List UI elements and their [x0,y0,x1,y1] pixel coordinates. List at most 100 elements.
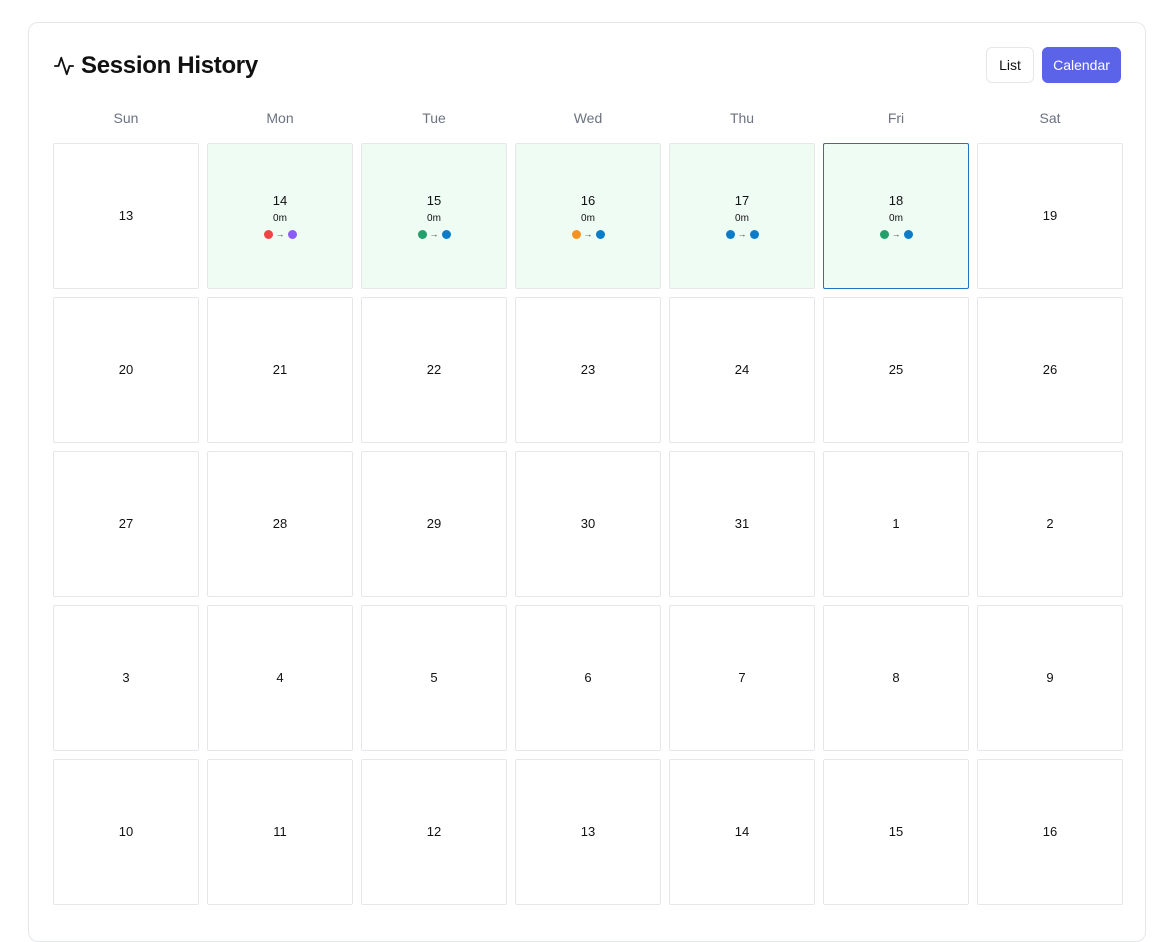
day-number: 30 [580,516,596,531]
calendar-grid: 13 14 0m → 15 0m → 16 0m → 17 0m → 18 0m → 19 20 21 22 23 24 2… [53,143,1123,905]
end-state-dot [595,230,605,239]
panel-header: Session History List Calendar [53,47,1121,85]
weekday-label: Wed [573,110,603,126]
day-number: 5 [430,670,438,685]
day-number: 18 [888,192,904,208]
page-title: Session History [81,52,258,79]
day-number: 14 [272,192,288,208]
title-wrap: Session History [53,47,258,85]
calendar-day-cell[interactable]: 8 [823,605,969,751]
calendar-day-cell[interactable]: 9 [977,605,1123,751]
calendar-day-cell[interactable]: 15 0m → [361,143,507,289]
day-number: 21 [272,362,288,377]
day-number: 23 [580,362,596,377]
weekday-label: Fri [887,110,905,126]
start-state-dot [263,230,273,239]
day-number: 17 [734,192,750,208]
calendar-day-cell[interactable]: 17 0m → [669,143,815,289]
session-duration: 0m [273,212,287,224]
calendar-day-cell-today[interactable]: 18 0m → [823,143,969,289]
calendar-day-cell[interactable]: 7 [669,605,815,751]
weekday-label: Tue [422,110,446,126]
arrow-right-icon: → [583,229,593,239]
weekday-label: Sun [113,110,139,126]
calendar-day-cell[interactable]: 15 [823,759,969,905]
calendar-day-cell[interactable]: 31 [669,451,815,597]
calendar-day-cell[interactable]: 11 [207,759,353,905]
weekday-header-row: Sun Mon Tue Wed Thu Fri Sat [53,109,1123,129]
state-transition: → [725,229,759,240]
day-number: 24 [734,362,750,377]
start-state-dot [571,230,581,239]
calendar-day-cell[interactable]: 14 [669,759,815,905]
calendar-day-cell[interactable]: 2 [977,451,1123,597]
day-number: 2 [1046,516,1054,531]
day-number: 20 [118,362,134,377]
day-number: 16 [580,192,596,208]
day-number: 11 [273,824,287,839]
day-number: 6 [584,670,592,685]
calendar-day-cell[interactable]: 19 [977,143,1123,289]
weekday-label: Mon [266,110,294,126]
day-number: 8 [892,670,900,685]
day-number: 16 [1042,824,1058,839]
weekday-label: Thu [729,110,755,126]
day-number: 28 [272,516,288,531]
calendar-day-cell[interactable]: 5 [361,605,507,751]
day-number: 15 [888,824,904,839]
calendar-day-cell[interactable]: 27 [53,451,199,597]
start-state-dot [725,230,735,239]
calendar-day-cell[interactable]: 22 [361,297,507,443]
calendar-day-cell[interactable]: 26 [977,297,1123,443]
calendar-day-cell[interactable]: 16 0m → [515,143,661,289]
calendar-day-cell[interactable]: 30 [515,451,661,597]
day-number: 26 [1042,362,1058,377]
end-state-dot [903,230,913,239]
calendar-day-cell[interactable]: 13 [53,143,199,289]
day-number: 13 [118,208,134,223]
session-duration: 0m [889,212,903,224]
calendar-day-cell[interactable]: 25 [823,297,969,443]
session-duration: 0m [427,212,441,224]
calendar-view-button[interactable]: Calendar [1042,47,1121,83]
arrow-right-icon: → [737,229,747,239]
state-transition: → [571,229,605,240]
calendar-day-cell[interactable]: 21 [207,297,353,443]
session-duration: 0m [735,212,749,224]
calendar-day-cell[interactable]: 23 [515,297,661,443]
calendar-day-cell[interactable]: 14 0m → [207,143,353,289]
calendar-day-cell[interactable]: 12 [361,759,507,905]
calendar-day-cell[interactable]: 3 [53,605,199,751]
calendar-day-cell[interactable]: 13 [515,759,661,905]
day-number: 4 [276,670,284,685]
day-number: 29 [426,516,442,531]
day-number: 10 [118,824,134,839]
state-transition: → [417,230,451,240]
day-number: 13 [580,824,596,839]
calendar-day-cell[interactable]: 16 [977,759,1123,905]
calendar-day-cell[interactable]: 24 [669,297,815,443]
day-number: 15 [426,192,442,208]
calendar-day-cell[interactable]: 1 [823,451,969,597]
calendar-day-cell[interactable]: 28 [207,451,353,597]
view-toggle: List Calendar [986,47,1121,83]
start-state-dot [417,230,427,239]
session-duration: 0m [581,212,595,224]
day-number: 3 [122,670,130,685]
arrow-right-icon: → [891,229,901,239]
day-number: 31 [734,516,750,531]
state-transition: → [263,230,297,240]
end-state-dot [287,230,297,239]
calendar-day-cell[interactable]: 4 [207,605,353,751]
calendar-day-cell[interactable]: 10 [53,759,199,905]
session-history-panel: Session History List Calendar Sun Mon Tue W… [28,22,1146,942]
calendar-day-cell[interactable]: 6 [515,605,661,751]
day-number: 1 [892,516,900,531]
calendar-day-cell[interactable]: 20 [53,297,199,443]
weekday-label: Sat [1039,110,1061,126]
day-number: 22 [426,362,442,377]
day-number: 19 [1042,208,1058,223]
list-view-button[interactable]: List [986,47,1034,83]
calendar-day-cell[interactable]: 29 [361,451,507,597]
day-number: 7 [738,670,746,685]
